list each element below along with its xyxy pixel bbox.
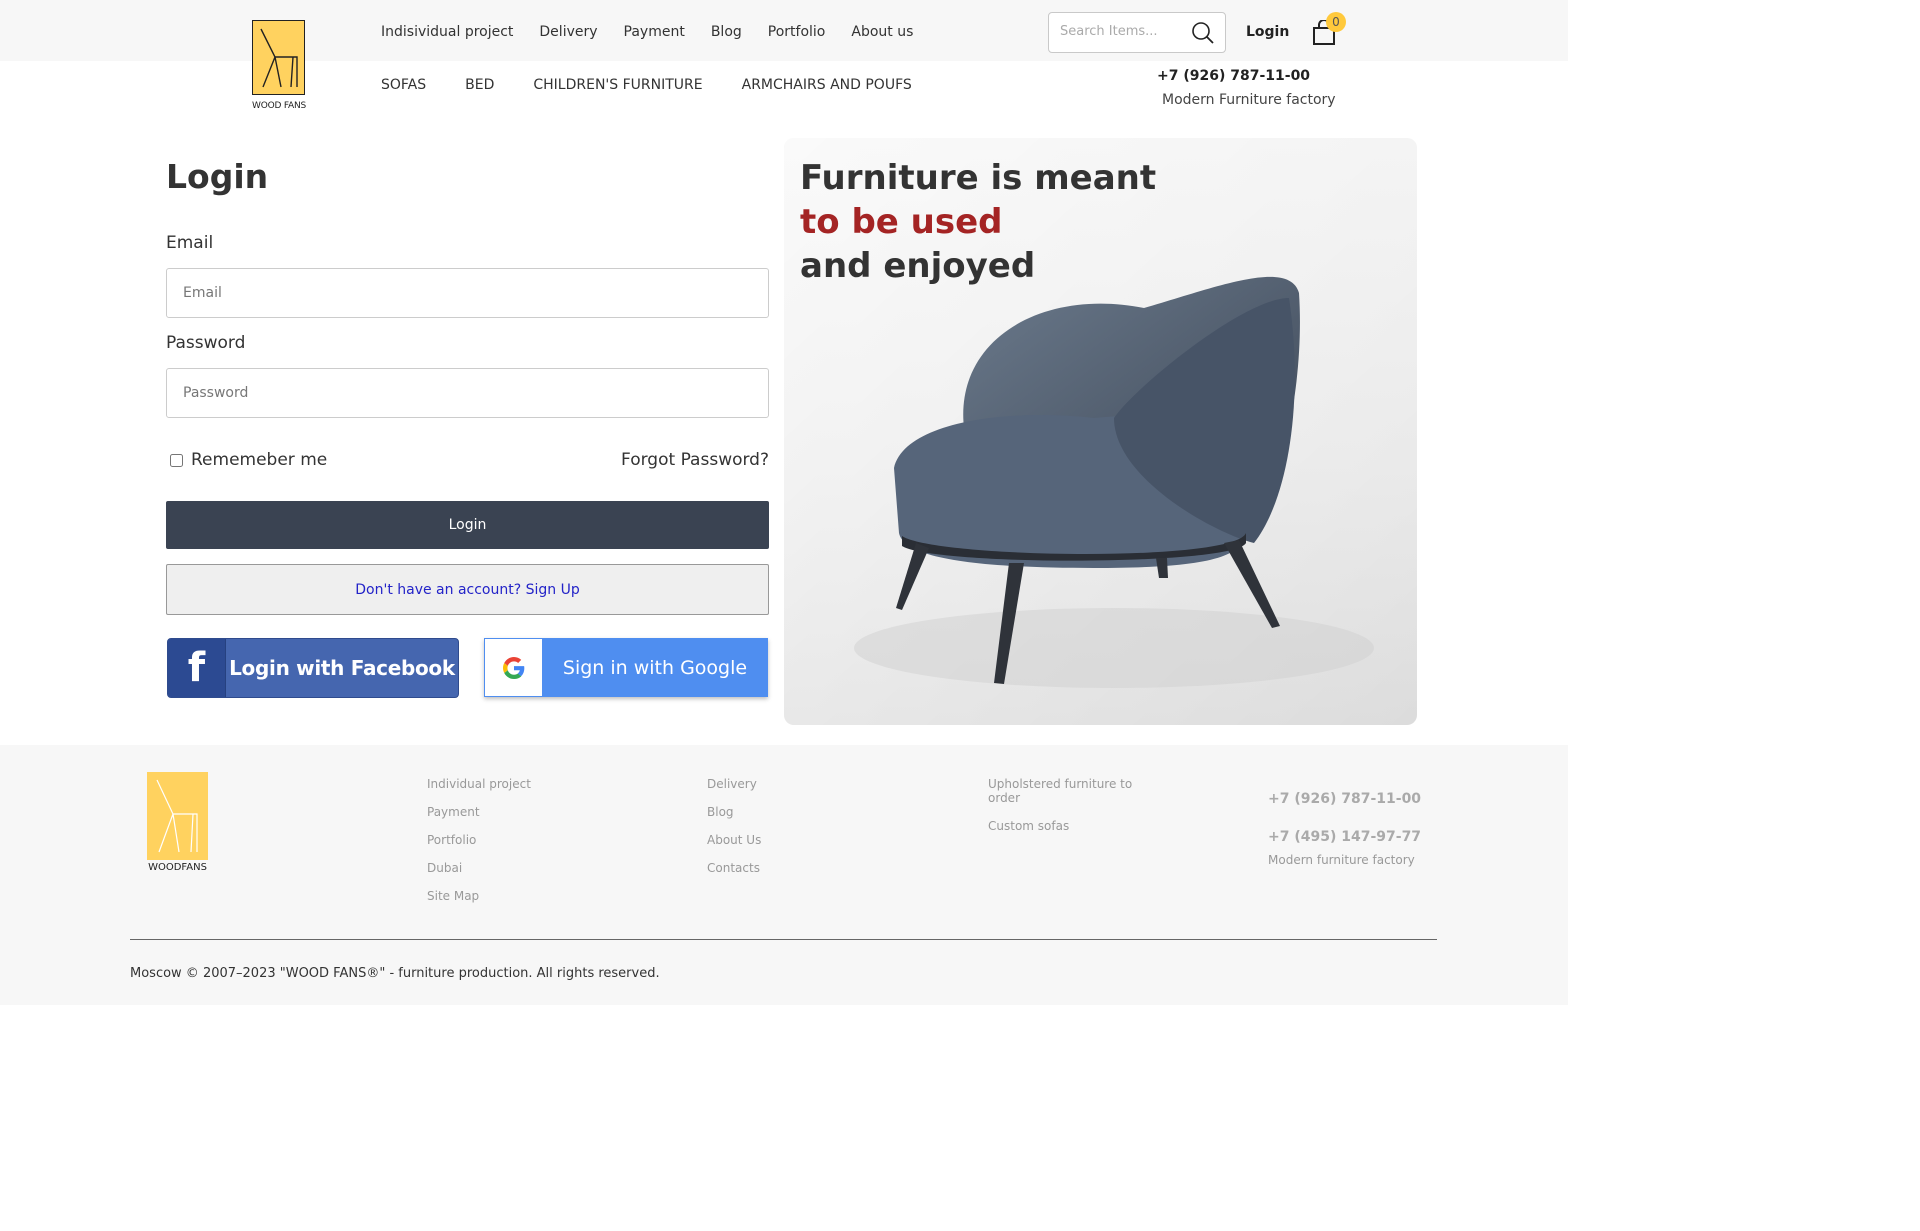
password-label: Password <box>166 333 246 353</box>
footer-col-1: Individual project Payment Portfolio Dub… <box>427 777 531 917</box>
footer-link-portfolio[interactable]: Portfolio <box>427 833 531 847</box>
footer-link-upholstered[interactable]: Upholstered furniture to order <box>988 777 1138 805</box>
chair-logo-icon <box>252 20 305 95</box>
footer-divider <box>130 939 1437 940</box>
search-icon[interactable] <box>1191 21 1215 49</box>
footer-link-dubai[interactable]: Dubai <box>427 861 531 875</box>
nav-payment[interactable]: Payment <box>624 24 685 40</box>
top-navigation: Indisividual project Delivery Payment Bl… <box>381 24 939 40</box>
footer-link-delivery[interactable]: Delivery <box>707 777 761 791</box>
remember-me-checkbox[interactable] <box>170 453 183 467</box>
brand-logo[interactable]: WOOD FANS <box>252 20 306 112</box>
nav-about-us[interactable]: About us <box>851 24 913 40</box>
remember-me[interactable]: Rememeber me <box>170 450 327 470</box>
cart-button[interactable]: 0 <box>1312 12 1348 46</box>
footer-link-about-us[interactable]: About Us <box>707 833 761 847</box>
signup-button[interactable]: Don't have an account? Sign Up <box>166 564 769 615</box>
forgot-password-link[interactable]: Forgot Password? <box>621 450 769 470</box>
email-field[interactable] <box>167 269 768 317</box>
footer-link-site-map[interactable]: Site Map <box>427 889 531 903</box>
footer-link-contacts[interactable]: Contacts <box>707 861 761 875</box>
facebook-login-button[interactable]: f Login with Facebook <box>167 638 459 698</box>
header-login-link[interactable]: Login <box>1246 24 1289 40</box>
nav-blog[interactable]: Blog <box>711 24 742 40</box>
footer-link-payment[interactable]: Payment <box>427 805 531 819</box>
footer-col-2: Delivery Blog About Us Contacts <box>707 777 761 889</box>
footer: WOODFANS Individual project Payment Port… <box>0 745 1568 1005</box>
category-navigation: SOFAS BED CHILDREN'S FURNITURE ARMCHAIRS… <box>381 77 951 93</box>
category-childrens-furniture[interactable]: CHILDREN'S FURNITURE <box>533 77 702 93</box>
nav-portfolio[interactable]: Portfolio <box>768 24 826 40</box>
hero-heading: Furniture is meant to be used and enjoye… <box>800 156 1156 288</box>
google-icon <box>485 639 542 696</box>
footer-phone-2[interactable]: +7 (495) 147-97-77 <box>1268 829 1421 845</box>
page-title: Login <box>166 157 269 196</box>
header-factory-tagline: Modern Furniture factory <box>1162 92 1336 108</box>
login-button[interactable]: Login <box>166 501 769 549</box>
footer-link-blog[interactable]: Blog <box>707 805 761 819</box>
email-label: Email <box>166 233 214 253</box>
category-bed[interactable]: BED <box>465 77 494 93</box>
footer-link-custom-sofas[interactable]: Custom sofas <box>988 819 1138 833</box>
password-field[interactable] <box>167 369 768 417</box>
hero-banner: Furniture is meant to be used and enjoye… <box>784 138 1417 725</box>
footer-copyright: Moscow © 2007–2023 "WOOD FANS®" - furnit… <box>130 966 660 981</box>
footer-col-3: Upholstered furniture to order Custom so… <box>988 777 1138 847</box>
footer-phone-1[interactable]: +7 (926) 787-11-00 <box>1268 791 1421 807</box>
header-phone[interactable]: +7 (926) 787-11-00 <box>1157 68 1310 84</box>
email-field-wrapper <box>166 268 769 318</box>
facebook-login-label: Login with Facebook <box>229 656 455 680</box>
hero-line-3: and enjoyed <box>800 246 1036 286</box>
facebook-icon: f <box>168 639 226 697</box>
hero-line-2: to be used <box>800 202 1003 242</box>
nav-delivery[interactable]: Delivery <box>539 24 597 40</box>
password-field-wrapper <box>166 368 769 418</box>
category-sofas[interactable]: SOFAS <box>381 77 426 93</box>
search-input[interactable] <box>1060 24 1192 39</box>
google-signin-label: Sign in with Google <box>562 656 748 679</box>
footer-link-individual-project[interactable]: Individual project <box>427 777 531 791</box>
hero-line-1: Furniture is meant <box>800 158 1157 198</box>
cart-count-badge: 0 <box>1326 12 1346 32</box>
footer-factory-tagline: Modern furniture factory <box>1268 853 1415 867</box>
footer-chair-logo-icon <box>147 772 208 860</box>
search-box <box>1048 12 1226 53</box>
footer-logo[interactable]: WOODFANS <box>147 772 208 873</box>
logo-text: WOOD FANS <box>252 101 307 111</box>
category-armchairs-poufs[interactable]: ARMCHAIRS AND POUFS <box>742 77 912 93</box>
nav-individual-project[interactable]: Indisividual project <box>381 24 513 40</box>
google-signin-button[interactable]: Sign in with Google <box>484 638 768 697</box>
remember-me-label: Rememeber me <box>191 450 328 470</box>
footer-logo-text: WOODFANS <box>148 862 207 873</box>
